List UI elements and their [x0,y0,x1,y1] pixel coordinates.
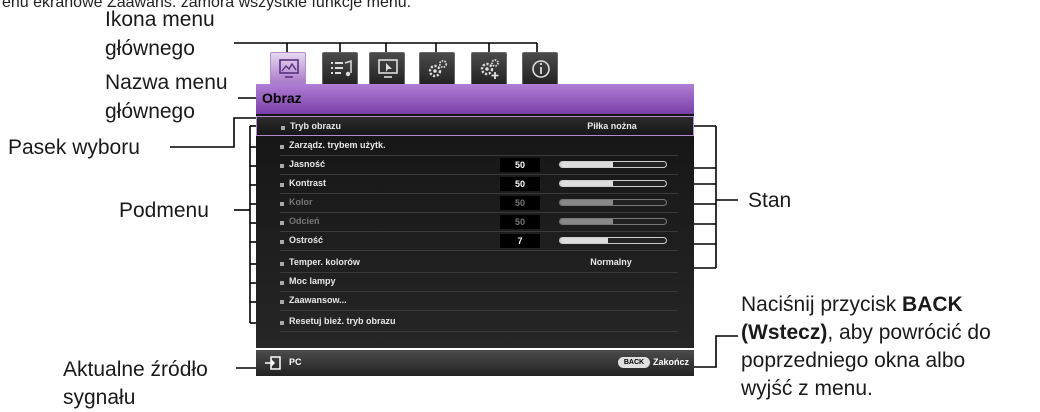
submenu-item-label: Temper. kolorów [289,257,360,267]
audio-settings-icon [331,59,352,77]
slider-fill [560,162,613,167]
submenu-item-label: Kontrast [289,178,327,188]
slider-fill [560,238,608,243]
level-slider[interactable] [559,180,667,187]
level-slider[interactable] [559,218,667,225]
level-slider[interactable] [559,199,667,206]
bullet-icon [280,221,284,225]
row-separator [280,250,678,251]
submenu-item[interactable]: Kolor 50 [256,193,694,213]
submenu-item[interactable]: Moc lampy [256,272,694,292]
submenu-item[interactable]: Resetuj bież. tryb obrazu [256,312,694,332]
submenu-item[interactable]: Kontrast 50 [256,174,694,194]
tab-audio-settings[interactable] [322,52,358,84]
tab-display[interactable] [369,52,405,84]
input-source-icon [265,356,281,370]
system-setup-basic-icon [428,59,448,78]
submenu-item-label: Odcień [289,216,320,226]
bullet-icon [280,145,284,149]
tab-system-basic[interactable] [419,52,455,84]
tab-information[interactable] [522,52,558,84]
status-value: Piłka nożna [587,121,637,131]
submenu-item-label: Tryb obrazu [290,121,342,131]
level-slider[interactable] [559,161,667,168]
value-box: 50 [500,196,540,210]
exit-label: Zakończ [653,357,690,367]
menu-title: Obraz [262,90,302,106]
bullet-icon [281,126,285,130]
value-box: 50 [500,158,540,172]
bullet-icon [280,183,284,187]
submenu-item-label: Ostrość [289,235,324,245]
bullet-icon [280,300,284,304]
current-source: PC [289,357,302,367]
value-box: 50 [500,215,540,229]
submenu-item[interactable]: Zaawansow... [256,291,694,311]
display-icon [378,59,398,78]
osd-menu: Obraz Tryb obrazu Piłka nożna Zarządz. try… [256,50,694,383]
submenu-item-label: Jasność [289,159,326,169]
value-box: 50 [500,177,540,191]
submenu-item-label: Moc lampy [289,276,336,286]
submenu-item[interactable]: Zarządz. trybem użytk. [256,136,694,156]
slider-fill [560,219,613,224]
picture-icon [279,59,299,78]
submenu-panel: Tryb obrazu Piłka nożna Zarządz. trybem uż… [256,114,694,348]
bullet-icon [280,202,284,206]
bullet-icon [280,281,284,285]
submenu-item[interactable]: Tryb obrazu Piłka nożna [256,116,694,136]
value-box: 7 [500,234,540,248]
bullet-icon [280,240,284,244]
bullet-icon [280,321,284,325]
row-separator [280,310,678,311]
tab-system-advanced[interactable] [471,52,507,84]
bullet-icon [280,262,284,266]
menu-title-bar: Obraz [256,84,694,114]
tab-picture[interactable] [270,52,306,84]
slider-fill [560,200,613,205]
submenu-item[interactable]: Ostrość 7 [256,231,694,251]
back-key-badge[interactable]: BACK [618,357,650,368]
submenu-item-label: Kolor [289,197,313,207]
information-icon [532,60,550,78]
submenu-item-label: Resetuj bież. tryb obrazu [289,316,396,326]
submenu-item[interactable]: Jasność 50 [256,155,694,175]
system-setup-advanced-icon [480,59,499,79]
main-menu-tabs [256,50,694,84]
slider-fill [560,181,613,186]
bullet-icon [280,164,284,168]
status-value: Normalny [590,257,632,267]
submenu-item[interactable]: Temper. kolorów Normalny [256,253,694,273]
submenu-item-label: Zaawansow... [289,295,347,305]
level-slider[interactable] [559,237,667,244]
submenu-item-label: Zarządz. trybem użytk. [289,140,386,150]
row-separator [280,331,678,332]
footer-bar: PC BACK Zakończ [256,350,694,376]
submenu-item[interactable]: Odcień 50 [256,212,694,232]
